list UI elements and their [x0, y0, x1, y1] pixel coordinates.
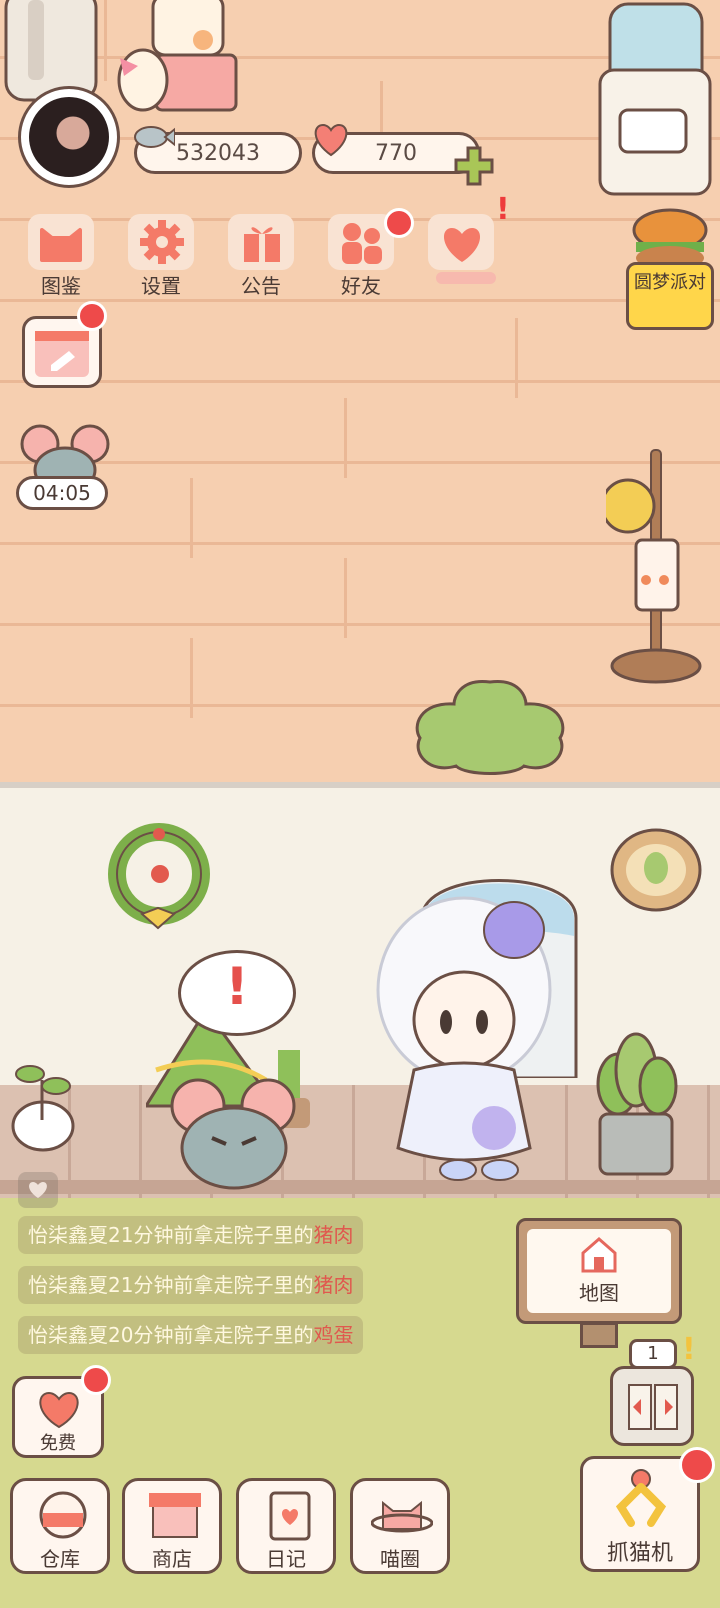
potted-plant-icon	[596, 1032, 678, 1176]
heart-hands-icon	[443, 228, 481, 262]
house-icon	[581, 1237, 617, 1273]
checkin-calendar-button[interactable]	[22, 301, 107, 388]
free-label: 免费	[40, 1433, 76, 1454]
menu-label: 图鉴	[41, 274, 81, 298]
activity-feed-item: 怡柒鑫夏21分钟前拿走院子里的猪肉	[18, 1216, 364, 1254]
elevator-arrows-icon	[628, 1384, 678, 1430]
add-hearts-icon[interactable]	[452, 144, 496, 188]
bottom-nav-diary[interactable]: 日记	[236, 1478, 336, 1574]
map-sign-panel: 地图	[527, 1229, 671, 1313]
bottom-nav-label: 商店	[152, 1547, 192, 1571]
wood-slice-plant-icon	[610, 828, 702, 912]
bottom-nav-label: 仓库	[40, 1547, 80, 1571]
activity-feed-item: 怡柒鑫夏20分钟前拿走院子里的鸡蛋	[18, 1316, 364, 1354]
notification-badge	[77, 301, 107, 331]
mouse-timer: 04:05	[16, 476, 108, 510]
event-label: 圆梦派对	[634, 272, 706, 293]
sprout-pot-icon	[11, 1065, 75, 1152]
bottom-nav-label: 喵圈	[380, 1547, 420, 1571]
calendar-pencil-icon	[35, 331, 89, 377]
map-label: 地图	[579, 1281, 619, 1305]
brick-seam	[190, 478, 193, 558]
clover-rug-icon	[415, 680, 565, 775]
friends-icon	[342, 223, 382, 264]
map-button[interactable]: 地图	[516, 1218, 682, 1324]
brick-seam	[344, 398, 347, 478]
brick-seam	[190, 638, 193, 718]
fish-icon	[134, 126, 175, 148]
gift-icon	[244, 227, 280, 262]
activity-feed-item: 怡柒鑫夏21分钟前拿走院子里的猪肉	[18, 1266, 364, 1304]
alert-mark: !	[496, 192, 510, 227]
heart-icon	[39, 1391, 79, 1429]
timer-value: 04:05	[33, 481, 91, 505]
claw-icon	[615, 1469, 667, 1527]
coat-rack-icon	[606, 449, 702, 684]
feed-item: 鸡蛋	[313, 1323, 354, 1347]
bottom-nav-cat-circle[interactable]: 喵圈	[350, 1478, 450, 1574]
gear-icon	[140, 220, 184, 264]
cat-planet-icon	[371, 1500, 433, 1533]
feed-user: 怡柒鑫夏	[28, 1273, 108, 1297]
avatar-photo	[29, 97, 109, 177]
feed-user: 怡柒鑫夏	[28, 1323, 108, 1347]
bottom-nav-label: 日记	[266, 1547, 306, 1571]
menu-heart-hands-button[interactable]: !	[420, 192, 510, 296]
fish-count: 532043	[176, 140, 260, 166]
cat-head-icon	[40, 228, 82, 262]
notification-badge	[384, 208, 414, 238]
heart-currency-icon	[314, 123, 348, 157]
elevator-alert-mark: !	[682, 1332, 696, 1367]
floor-number: 1	[647, 1343, 659, 1364]
menu-settings-button[interactable]: 设置	[120, 214, 202, 298]
gray-mouse-icon[interactable]	[168, 1078, 300, 1196]
alert-speech-bubble[interactable]: !	[178, 950, 296, 1036]
free-button[interactable]: 免费	[12, 1365, 111, 1458]
wreath-icon	[108, 823, 210, 930]
water-dispenser-icon	[598, 2, 712, 196]
brick-seam	[515, 318, 518, 398]
notification-badge	[81, 1365, 111, 1395]
burger-bear-icon	[632, 208, 708, 270]
bottom-nav-warehouse[interactable]: 仓库	[10, 1478, 110, 1574]
menu-collection-button[interactable]: 图鉴	[20, 214, 102, 298]
menu-label: 好友	[341, 274, 381, 298]
menu-label: 公告	[241, 274, 281, 298]
claw-label: 抓猫机	[606, 1541, 673, 1566]
floor-indicator: 1	[629, 1339, 677, 1369]
fish-currency-pill[interactable]: 532043	[134, 126, 302, 174]
elevator-button[interactable]: 1	[610, 1339, 694, 1446]
claw-machine-button[interactable]: 抓猫机	[580, 1447, 715, 1572]
alert-exclamation: !	[225, 957, 249, 1017]
bottom-nav-shop[interactable]: 商店	[122, 1478, 222, 1574]
shop-icon	[149, 1493, 201, 1538]
player-avatar[interactable]	[18, 86, 120, 188]
heart-count: 770	[375, 140, 417, 166]
sign-post	[580, 1322, 618, 1348]
diary-icon	[269, 1491, 311, 1541]
menu-announcement-button[interactable]: 公告	[220, 214, 302, 298]
progress-bar	[436, 272, 496, 284]
warehouse-icon	[39, 1491, 87, 1539]
menu-label: 设置	[141, 274, 181, 298]
feed-item: 猪肉	[313, 1223, 354, 1247]
feed-user: 怡柒鑫夏	[28, 1223, 108, 1247]
brick-seam	[344, 558, 347, 638]
dream-party-event-button[interactable]: 圆梦派对	[626, 262, 714, 330]
gift-box-icon	[117, 0, 238, 112]
player-character[interactable]	[354, 880, 564, 1190]
feed-item: 猪肉	[313, 1273, 354, 1297]
feed-text: 21分钟前拿走院子里的	[108, 1223, 314, 1247]
menu-friends-button[interactable]: 好友	[320, 208, 414, 298]
game-scene: 532043 770 图鉴 设置 公告 好友 ! 圆梦派对 04:05 ! 怡柒…	[0, 0, 720, 1608]
feed-text: 20分钟前拿走院子里的	[108, 1323, 314, 1347]
notification-badge	[679, 1447, 715, 1483]
feed-text: 21分钟前拿走院子里的	[108, 1273, 314, 1297]
heart-message-icon	[29, 1182, 47, 1198]
message-toggle-button[interactable]	[18, 1172, 58, 1208]
